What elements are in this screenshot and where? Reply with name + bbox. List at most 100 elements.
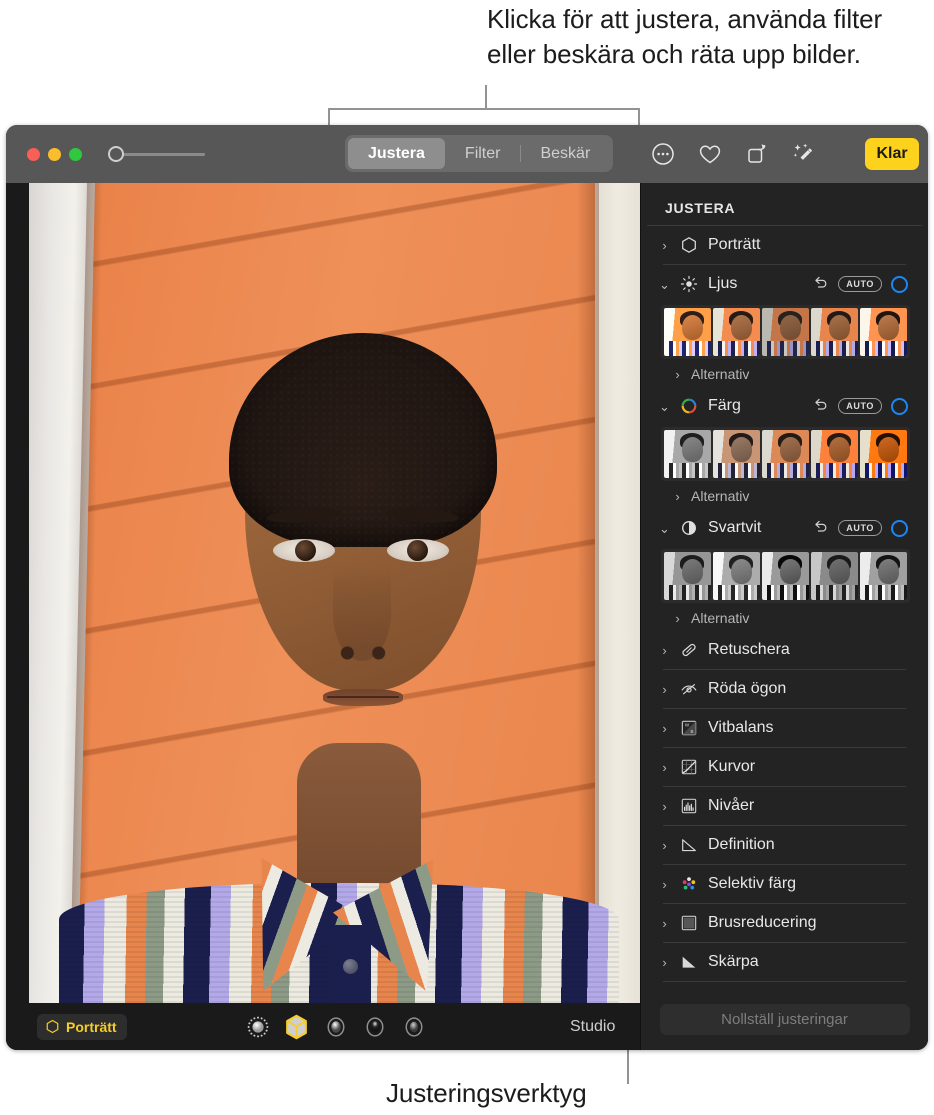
- section-roda-ogon[interactable]: › Röda ögon: [657, 670, 912, 708]
- more-options-icon[interactable]: [650, 141, 676, 167]
- eye-slash-icon: [679, 679, 699, 699]
- section-nivaer[interactable]: › Nivåer: [657, 787, 912, 825]
- ljus-options-row[interactable]: › Alternativ: [657, 361, 912, 387]
- chevron-down-icon[interactable]: ⌄: [659, 400, 670, 413]
- maximize-button[interactable]: [69, 148, 82, 161]
- lighting-mode-picker[interactable]: [244, 1013, 427, 1040]
- section-definition[interactable]: › Definition: [657, 826, 912, 864]
- chevron-right-icon[interactable]: ›: [672, 490, 683, 503]
- auto-enhance-icon[interactable]: [791, 141, 817, 167]
- toolbar-icon-group: [650, 125, 817, 183]
- section-skarpa[interactable]: › Skärpa: [657, 943, 912, 981]
- options-label: Alternativ: [691, 488, 749, 504]
- chevron-right-icon[interactable]: ›: [659, 722, 670, 735]
- svartvit-filmstrip[interactable]: [661, 549, 910, 603]
- lighting-mode-natural-light[interactable]: [244, 1013, 271, 1040]
- chevron-right-icon[interactable]: ›: [672, 612, 683, 625]
- tab-justera[interactable]: Justera: [348, 138, 445, 169]
- chevron-right-icon[interactable]: ›: [659, 761, 670, 774]
- section-toggle[interactable]: [891, 276, 908, 293]
- filmstrip-thumbnail[interactable]: [860, 430, 907, 478]
- chevron-right-icon[interactable]: ›: [659, 839, 670, 852]
- section-ljus[interactable]: ⌄ Ljus AUTO: [657, 265, 912, 303]
- chevron-down-icon[interactable]: ⌄: [659, 522, 670, 535]
- reset-icon[interactable]: [813, 518, 829, 539]
- chevron-right-icon[interactable]: ›: [659, 800, 670, 813]
- filmstrip-thumbnail[interactable]: [713, 552, 760, 600]
- filmstrip-thumbnail[interactable]: [713, 308, 760, 356]
- filmstrip-thumbnail[interactable]: [811, 430, 858, 478]
- zoom-slider-track: [120, 153, 205, 156]
- zoom-slider[interactable]: [108, 146, 205, 162]
- done-button[interactable]: Klar: [865, 138, 919, 170]
- section-brusreducering[interactable]: › Brusreducering: [657, 904, 912, 942]
- section-farg[interactable]: ⌄ Färg: [657, 387, 912, 425]
- edit-mode-segmented-control[interactable]: Justera Filter Beskär: [345, 135, 613, 172]
- lighting-mode-studio-light[interactable]: [283, 1013, 310, 1040]
- farg-filmstrip[interactable]: [661, 427, 910, 481]
- adjust-sections-list[interactable]: › Porträtt ⌄ Ljus: [641, 226, 928, 988]
- filmstrip-thumbnail[interactable]: [664, 308, 711, 356]
- minimize-button[interactable]: [48, 148, 61, 161]
- lighting-mode-stage-light[interactable]: [361, 1013, 388, 1040]
- farg-options-row[interactable]: › Alternativ: [657, 483, 912, 509]
- filmstrip-thumbnail[interactable]: [664, 552, 711, 600]
- filmstrip-thumbnail[interactable]: [762, 552, 809, 600]
- options-label: Alternativ: [691, 610, 749, 626]
- section-kurvor[interactable]: › Kurvor: [657, 748, 912, 786]
- tab-filter[interactable]: Filter: [445, 138, 521, 169]
- section-label: Selektiv färg: [708, 875, 912, 893]
- auto-button[interactable]: AUTO: [838, 520, 882, 536]
- lighting-mode-stage-light-mono[interactable]: [400, 1013, 427, 1040]
- chevron-right-icon[interactable]: ›: [659, 917, 670, 930]
- section-label: Porträtt: [708, 236, 912, 254]
- lighting-mode-contour-light[interactable]: [322, 1013, 349, 1040]
- chevron-right-icon[interactable]: ›: [659, 878, 670, 891]
- screenshot-root: Klicka för att justera, använda filter e…: [0, 0, 934, 1115]
- chevron-down-icon[interactable]: ⌄: [659, 278, 670, 291]
- section-toggle[interactable]: [891, 398, 908, 415]
- chevron-right-icon[interactable]: ›: [672, 368, 683, 381]
- filmstrip-thumbnail[interactable]: [713, 430, 760, 478]
- reset-icon[interactable]: [813, 274, 829, 295]
- filmstrip-thumbnail[interactable]: [860, 308, 907, 356]
- chevron-right-icon[interactable]: ›: [659, 956, 670, 969]
- ljus-filmstrip[interactable]: [661, 305, 910, 359]
- curves-icon: [679, 757, 699, 777]
- section-selektiv-farg[interactable]: › Selektiv färg: [657, 865, 912, 903]
- photos-editor-window: Justera Filter Beskär: [6, 125, 928, 1050]
- half-circle-icon: [679, 518, 699, 538]
- tab-beskar[interactable]: Beskär: [520, 138, 610, 169]
- cube-icon: [283, 1013, 310, 1041]
- filmstrip-thumbnail[interactable]: [762, 430, 809, 478]
- filmstrip-thumbnail[interactable]: [664, 430, 711, 478]
- favorite-heart-icon[interactable]: [697, 141, 723, 167]
- filmstrip-thumbnail[interactable]: [811, 308, 858, 356]
- section-toggle[interactable]: [891, 520, 908, 537]
- section-svartvit[interactable]: ⌄ Svartvit AUTO: [657, 509, 912, 547]
- chevron-right-icon[interactable]: ›: [659, 644, 670, 657]
- edited-photo[interactable]: [29, 183, 641, 1003]
- portrait-mode-badge[interactable]: Porträtt: [37, 1014, 127, 1040]
- zoom-slider-knob[interactable]: [108, 146, 124, 162]
- photo-subject-person: [29, 183, 641, 1003]
- filmstrip-thumbnail[interactable]: [860, 552, 907, 600]
- reset-icon[interactable]: [813, 396, 829, 417]
- close-button[interactable]: [27, 148, 40, 161]
- filmstrip-thumbnail[interactable]: [762, 308, 809, 356]
- section-portratt[interactable]: › Porträtt: [657, 226, 912, 264]
- section-retuschera[interactable]: › Retuschera: [657, 631, 912, 669]
- reset-adjustments-button[interactable]: Nollställ justeringar: [660, 1004, 910, 1035]
- section-label: Färg: [708, 397, 804, 415]
- rotate-icon[interactable]: [744, 141, 770, 167]
- filmstrip-thumbnail[interactable]: [811, 552, 858, 600]
- auto-button[interactable]: AUTO: [838, 398, 882, 414]
- chevron-right-icon[interactable]: ›: [659, 239, 670, 252]
- section-vitbalans[interactable]: › WB Vitbalans: [657, 709, 912, 747]
- subject-pupil-right: [407, 540, 428, 561]
- chevron-right-icon[interactable]: ›: [659, 683, 670, 696]
- auto-button[interactable]: AUTO: [838, 276, 882, 292]
- callout-top-stem: [485, 85, 487, 110]
- section-label: Kurvor: [708, 758, 912, 776]
- svartvit-options-row[interactable]: › Alternativ: [657, 605, 912, 631]
